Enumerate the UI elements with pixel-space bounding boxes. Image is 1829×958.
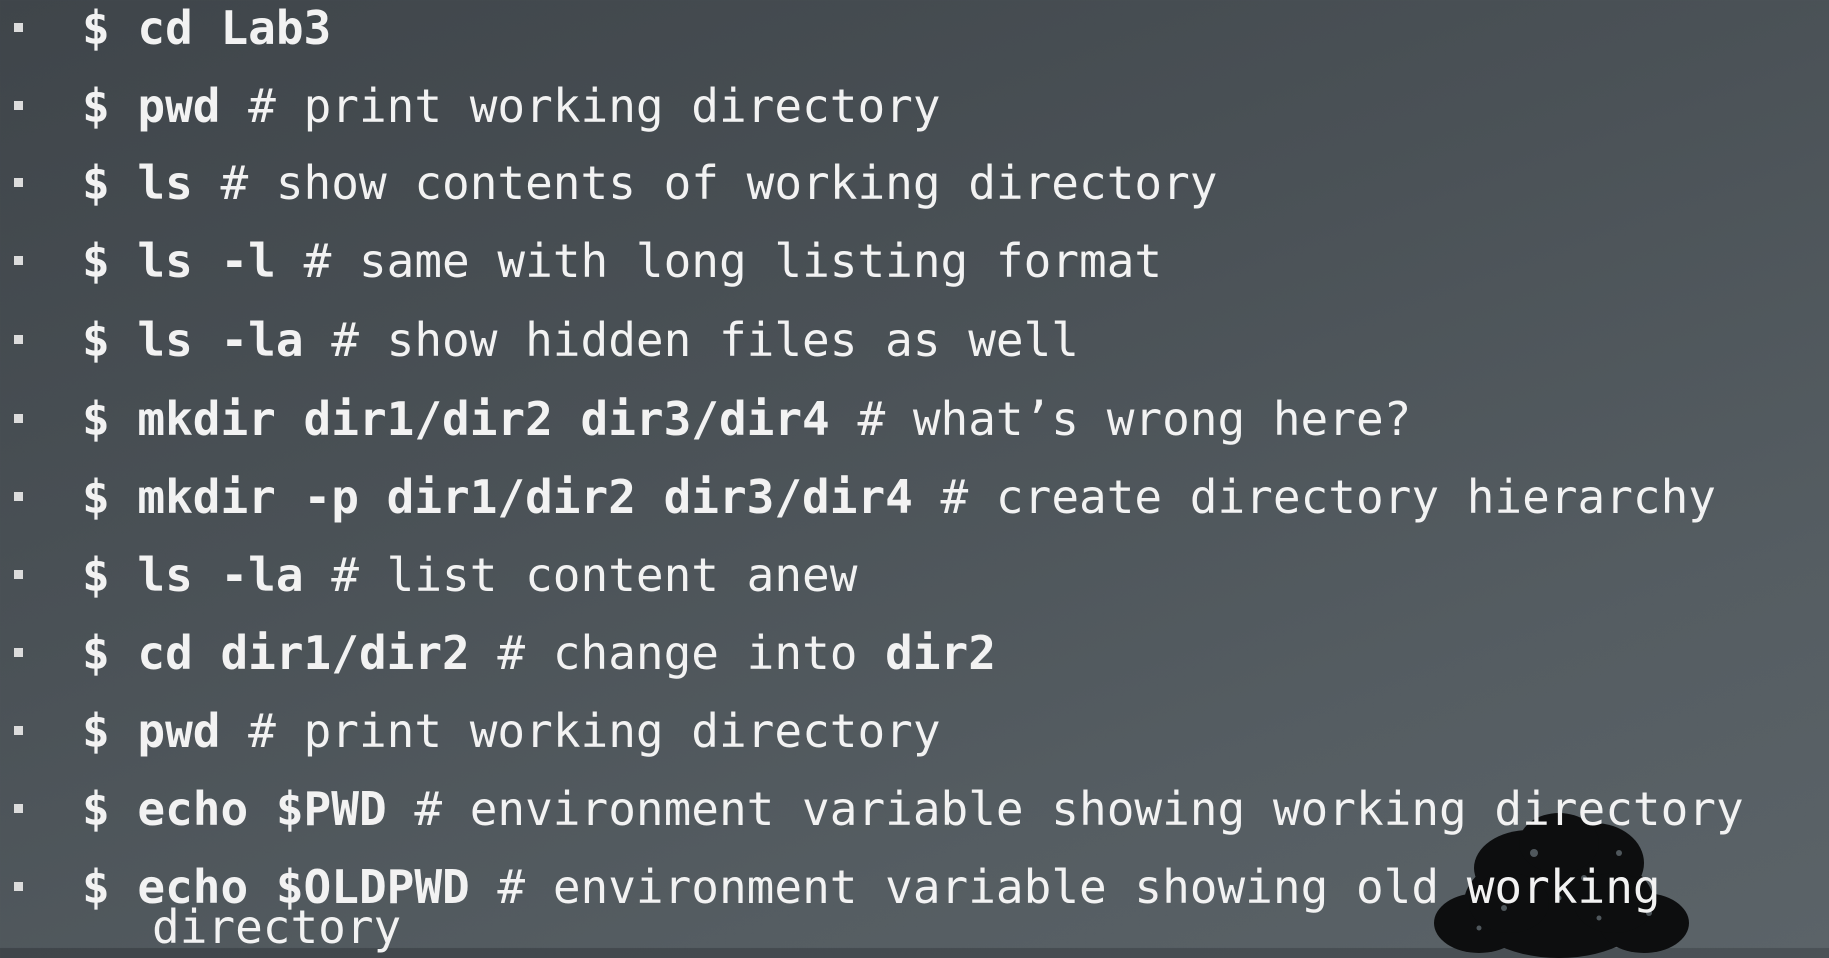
command-text: $ mkdir -p dir1/dir2 dir3/dir4 [82, 470, 913, 524]
comment-text: # what’s wrong here? [829, 392, 1412, 446]
bullet-marker [14, 492, 23, 501]
bullet-marker [14, 804, 23, 813]
command-line: $ mkdir dir1/dir2 dir3/dir4 # what’s wro… [82, 396, 1411, 442]
comment-text: # same with long listing format [275, 234, 1163, 288]
bullet-marker [14, 335, 23, 344]
command-text: $ pwd [82, 79, 221, 133]
slide: $ cd Lab3 $ pwd # print working director… [0, 0, 1829, 958]
command-line: $ ls -l # same with long listing format [82, 238, 1162, 284]
command-text: $ cd dir1/dir2 [82, 626, 470, 680]
command-text: $ pwd [82, 704, 221, 758]
comment-bold-text: dir2 [885, 626, 996, 680]
command-line: $ ls # show contents of working director… [82, 160, 1217, 206]
command-text: $ ls [82, 156, 193, 210]
bullet-marker [14, 414, 23, 423]
comment-text: # print working directory [220, 704, 941, 758]
bullet-marker [14, 726, 23, 735]
command-line: $ echo $PWD # environment variable showi… [82, 786, 1744, 832]
command-line: $ pwd # print working directory [82, 708, 941, 754]
command-line: $ ls -la # list content anew [82, 552, 857, 598]
command-line: $ ls -la # show hidden files as well [82, 317, 1079, 363]
comment-text: # list content anew [303, 548, 858, 602]
command-line: $ mkdir -p dir1/dir2 dir3/dir4 # create … [82, 474, 1716, 520]
command-text: $ echo $PWD [82, 782, 387, 836]
bullet-marker [14, 178, 23, 187]
bullet-marker [14, 101, 23, 110]
command-text: $ ls -la [82, 313, 304, 367]
comment-text: # environment variable showing working d… [386, 782, 1744, 836]
bullet-marker [14, 882, 23, 891]
command-line: $ cd Lab3 [82, 5, 331, 51]
comment-continuation: directory [152, 900, 402, 954]
bullet-marker [14, 23, 23, 32]
comment-text: # show contents of working directory [192, 156, 1218, 210]
command-text: $ ls -l [82, 234, 276, 288]
bullet-marker [14, 256, 23, 265]
comment-text: # change into [469, 626, 886, 680]
command-line: $ cd dir1/dir2 # change into dir2 [82, 630, 996, 676]
bullet-marker [14, 648, 23, 657]
comment-text: # create directory hierarchy [912, 470, 1716, 524]
command-line: $ pwd # print working directory [82, 83, 941, 129]
command-text: $ cd Lab3 [82, 1, 332, 55]
command-text: $ mkdir dir1/dir2 dir3/dir4 [82, 392, 830, 446]
comment-text: # show hidden files as well [303, 313, 1080, 367]
comment-text: # environment variable showing old worki… [469, 860, 1661, 914]
command-text: $ ls -la [82, 548, 304, 602]
comment-text: # print working directory [220, 79, 941, 133]
bullet-marker [14, 570, 23, 579]
